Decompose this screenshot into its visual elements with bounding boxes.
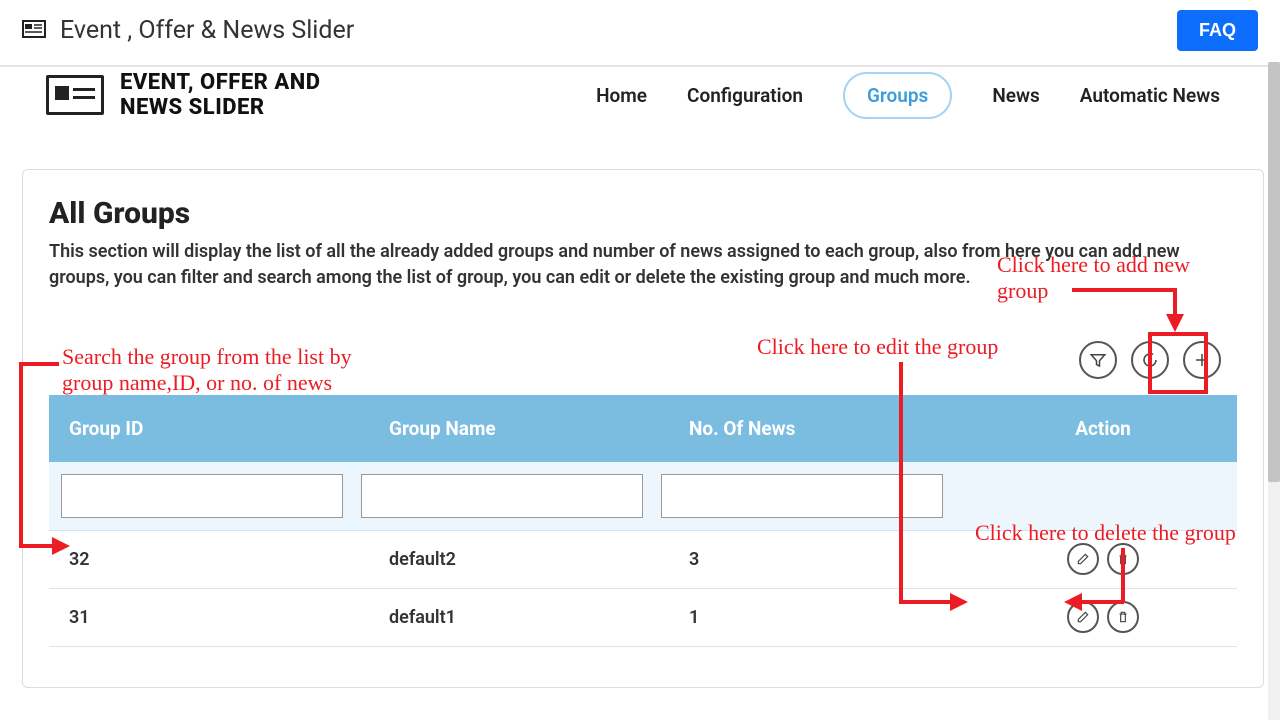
header-group-id: Group ID bbox=[49, 395, 369, 462]
logo-line-2: NEWS SLIDER bbox=[120, 95, 321, 120]
edit-button[interactable] bbox=[1067, 543, 1099, 575]
logo-text: EVENT, OFFER AND NEWS SLIDER bbox=[120, 70, 321, 121]
nav-automatic-news[interactable]: Automatic News bbox=[1080, 74, 1220, 117]
panel: All Groups This section will display the… bbox=[22, 169, 1264, 688]
nav-links: Home Configuration Groups News Automatic… bbox=[596, 72, 1220, 119]
plus-icon bbox=[1193, 351, 1211, 369]
logo-icon bbox=[46, 75, 104, 115]
panel-title: All Groups bbox=[49, 196, 1237, 231]
delete-button[interactable] bbox=[1107, 601, 1139, 633]
filter-group-id[interactable] bbox=[61, 474, 343, 518]
cell-group-name: default1 bbox=[369, 589, 669, 646]
cell-group-name: default2 bbox=[369, 531, 669, 588]
edit-button[interactable] bbox=[1067, 601, 1099, 633]
header-group-name: Group Name bbox=[369, 395, 669, 462]
nav-configuration[interactable]: Configuration bbox=[687, 74, 803, 117]
refresh-button[interactable] bbox=[1131, 341, 1169, 379]
groups-table: Group ID Group Name No. Of News Action 3… bbox=[49, 395, 1237, 647]
pencil-icon bbox=[1076, 552, 1090, 566]
cell-group-id: 31 bbox=[49, 589, 369, 646]
nav-groups[interactable]: Groups bbox=[843, 72, 952, 119]
module-icon bbox=[22, 20, 46, 42]
header-action: Action bbox=[969, 395, 1237, 462]
delete-button[interactable] bbox=[1107, 543, 1139, 575]
pencil-icon bbox=[1076, 610, 1090, 624]
filter-icon bbox=[1089, 351, 1107, 369]
topbar-left: Event , Offer & News Slider bbox=[22, 16, 354, 45]
filter-button[interactable] bbox=[1079, 341, 1117, 379]
toolbar bbox=[49, 341, 1237, 379]
cell-no-of-news: 1 bbox=[669, 589, 969, 646]
cell-no-of-news: 3 bbox=[669, 531, 969, 588]
table-row: 31 default1 1 bbox=[49, 589, 1237, 647]
table-header: Group ID Group Name No. Of News Action bbox=[49, 395, 1237, 462]
nav-home[interactable]: Home bbox=[596, 74, 647, 117]
panel-description: This section will display the list of al… bbox=[49, 239, 1237, 291]
filter-no-of-news[interactable] bbox=[661, 474, 943, 518]
logo-line-1: EVENT, OFFER AND bbox=[120, 70, 321, 95]
add-button[interactable] bbox=[1183, 341, 1221, 379]
refresh-icon bbox=[1141, 351, 1159, 369]
filter-group-name[interactable] bbox=[361, 474, 643, 518]
page-title: Event , Offer & News Slider bbox=[60, 16, 354, 45]
scrollbar-thumb[interactable] bbox=[1268, 62, 1280, 482]
top-bar: Event , Offer & News Slider FAQ bbox=[0, 0, 1280, 67]
faq-button[interactable]: FAQ bbox=[1177, 10, 1258, 51]
cell-action bbox=[969, 601, 1237, 633]
table-filter-row bbox=[49, 462, 1237, 531]
trash-icon bbox=[1116, 610, 1130, 624]
trash-icon bbox=[1116, 552, 1130, 566]
navbar: EVENT, OFFER AND NEWS SLIDER Home Config… bbox=[6, 62, 1280, 129]
cell-group-id: 32 bbox=[49, 531, 369, 588]
table-row: 32 default2 3 bbox=[49, 531, 1237, 589]
filter-spacer bbox=[961, 474, 1227, 518]
cell-action bbox=[969, 543, 1237, 575]
nav-news[interactable]: News bbox=[992, 74, 1039, 117]
header-no-of-news: No. Of News bbox=[669, 395, 969, 462]
logo: EVENT, OFFER AND NEWS SLIDER bbox=[46, 70, 321, 121]
